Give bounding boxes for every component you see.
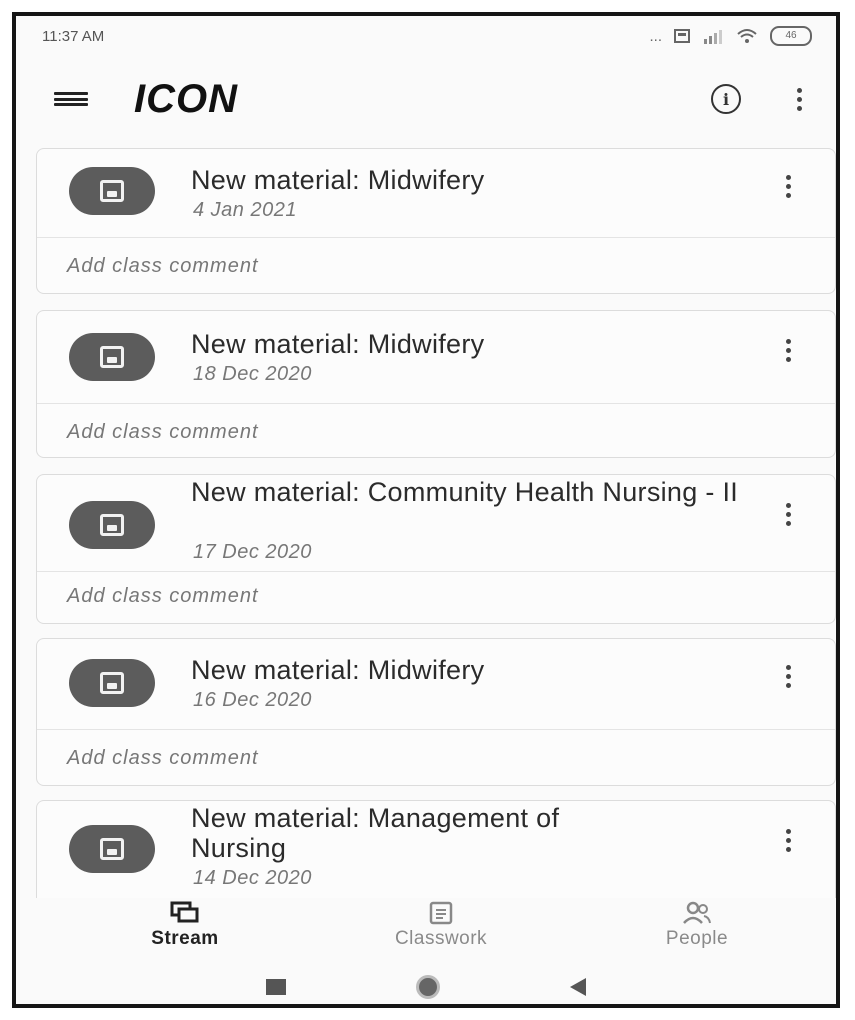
more-options-icon[interactable] bbox=[793, 86, 806, 113]
nav-classwork[interactable]: Classwork bbox=[356, 898, 526, 960]
card-divider bbox=[37, 237, 835, 238]
post-date: 18 Dec 2020 bbox=[193, 363, 312, 385]
material-avatar bbox=[69, 333, 155, 381]
post-more-icon[interactable] bbox=[782, 501, 795, 528]
wifi-icon bbox=[737, 29, 757, 43]
post-date: 16 Dec 2020 bbox=[193, 689, 312, 711]
nav-stream-label: Stream bbox=[151, 928, 219, 949]
nav-people[interactable]: People bbox=[612, 898, 782, 960]
menu-icon[interactable] bbox=[54, 87, 88, 111]
post-more-icon[interactable] bbox=[782, 337, 795, 364]
info-icon[interactable]: i bbox=[711, 84, 741, 114]
signal-icon bbox=[704, 30, 722, 44]
post-date: 4 Jan 2021 bbox=[193, 199, 297, 221]
sim-icon bbox=[674, 29, 690, 43]
post-more-icon[interactable] bbox=[782, 173, 795, 200]
post-card[interactable]: New material: Management of Nursing 14 D… bbox=[36, 800, 836, 910]
post-title: New material: Management of Nursing bbox=[191, 803, 560, 863]
material-avatar bbox=[69, 501, 155, 549]
post-date: 14 Dec 2020 bbox=[193, 867, 312, 889]
post-more-icon[interactable] bbox=[782, 827, 795, 854]
material-icon bbox=[100, 838, 124, 860]
nav-people-label: People bbox=[665, 928, 729, 949]
status-time: 11:37 AM bbox=[42, 27, 105, 45]
phone-screen: 11:37 AM ... 46 ICON i New material: Mid… bbox=[12, 12, 840, 1008]
bottom-navigation: Stream Classwork People bbox=[16, 898, 836, 960]
battery-icon: 46 bbox=[770, 26, 812, 46]
system-navigation bbox=[16, 966, 836, 1004]
post-title: New material: Midwifery bbox=[191, 655, 485, 685]
nav-classwork-label: Classwork bbox=[394, 928, 488, 949]
post-card[interactable]: New material: Community Health Nursing -… bbox=[36, 474, 836, 624]
material-avatar bbox=[69, 825, 155, 873]
material-icon bbox=[100, 346, 124, 368]
post-title: New material: Midwifery bbox=[191, 165, 485, 195]
material-icon bbox=[100, 180, 124, 202]
status-icons: ... 46 bbox=[649, 26, 812, 46]
people-icon bbox=[682, 898, 712, 928]
stream-icon bbox=[170, 898, 200, 928]
card-divider bbox=[37, 571, 835, 572]
app-bar: ICON i bbox=[16, 64, 836, 134]
post-card[interactable]: New material: Midwifery 18 Dec 2020 Add … bbox=[36, 310, 836, 458]
post-date: 17 Dec 2020 bbox=[193, 541, 312, 563]
material-icon bbox=[100, 672, 124, 694]
card-divider bbox=[37, 403, 835, 404]
post-more-icon[interactable] bbox=[782, 663, 795, 690]
material-icon bbox=[100, 514, 124, 536]
add-comment-field[interactable]: Add class comment bbox=[67, 255, 259, 278]
add-comment-field[interactable]: Add class comment bbox=[67, 421, 259, 444]
status-bar: 11:37 AM ... 46 bbox=[16, 16, 836, 56]
post-title: New material: Community Health Nursing -… bbox=[191, 477, 739, 507]
material-avatar bbox=[69, 167, 155, 215]
card-divider bbox=[37, 729, 835, 730]
recent-apps-icon[interactable] bbox=[266, 979, 286, 995]
add-comment-field[interactable]: Add class comment bbox=[67, 585, 259, 608]
post-title: New material: Midwifery bbox=[191, 329, 485, 359]
classwork-icon bbox=[428, 898, 454, 928]
back-icon[interactable] bbox=[570, 978, 586, 996]
nav-stream[interactable]: Stream bbox=[100, 898, 270, 960]
add-comment-field[interactable]: Add class comment bbox=[67, 747, 259, 770]
status-dots: ... bbox=[649, 27, 662, 45]
class-title: ICON bbox=[134, 76, 238, 121]
post-card[interactable]: New material: Midwifery 4 Jan 2021 Add c… bbox=[36, 148, 836, 294]
post-card[interactable]: New material: Midwifery 16 Dec 2020 Add … bbox=[36, 638, 836, 786]
home-icon[interactable] bbox=[416, 975, 440, 999]
material-avatar bbox=[69, 659, 155, 707]
